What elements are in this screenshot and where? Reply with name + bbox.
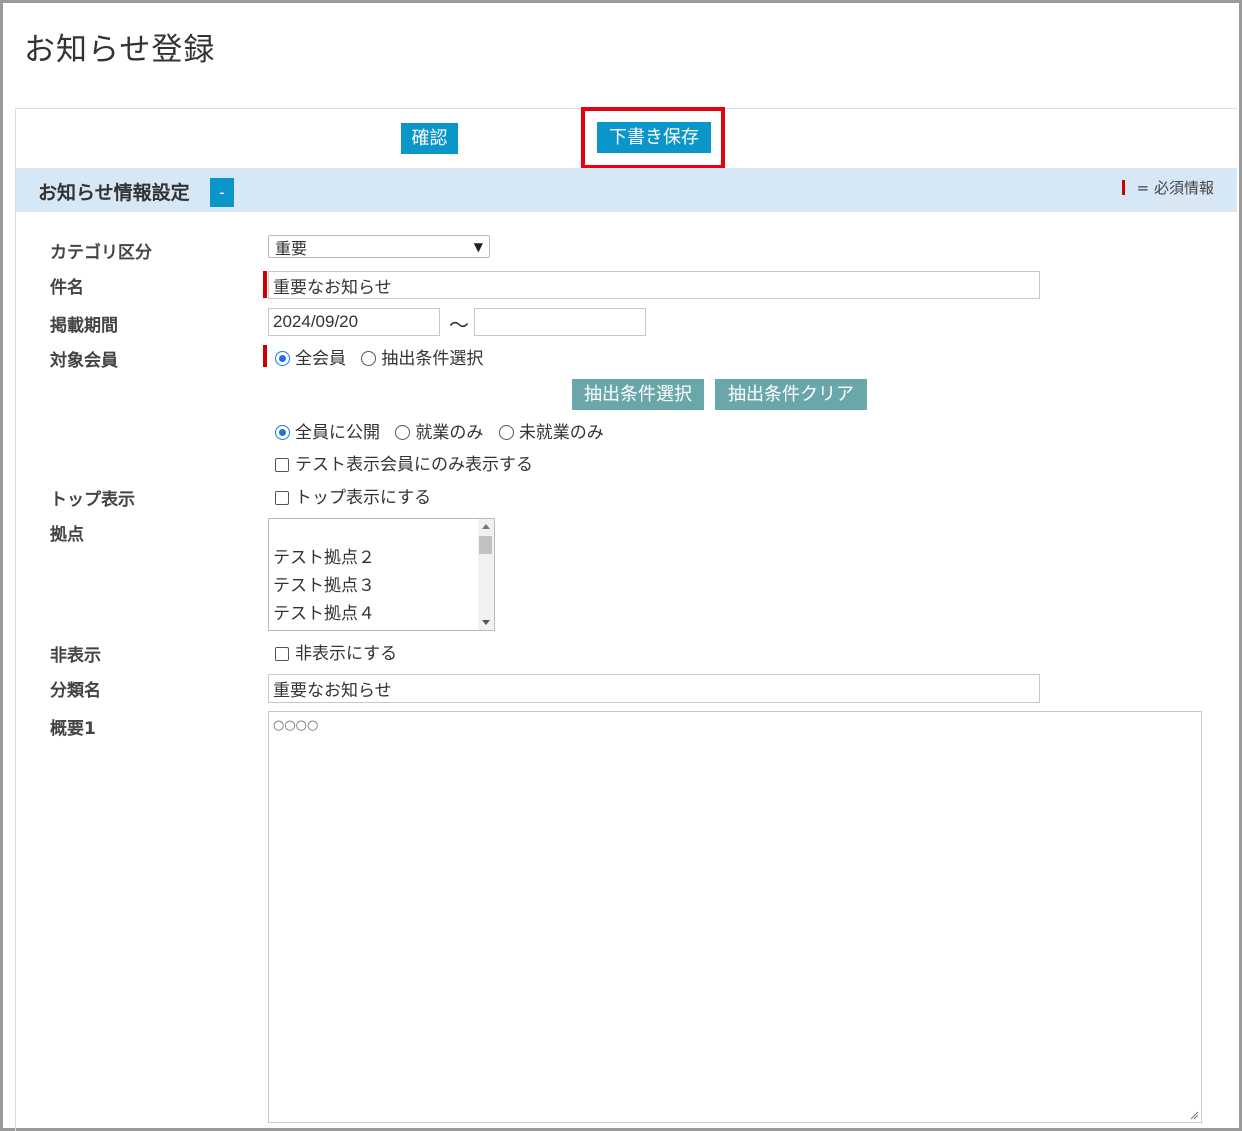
filter-select-button[interactable]: 抽出条件選択 — [572, 379, 704, 410]
list-item[interactable]: テスト拠点４ — [273, 599, 375, 624]
collapse-button[interactable]: - — [210, 178, 234, 207]
radio-checked-icon[interactable] — [275, 351, 290, 366]
checkbox-icon[interactable] — [275, 647, 289, 661]
filter-clear-button[interactable]: 抽出条件クリア — [715, 379, 867, 410]
target-option-label: 全会員 — [295, 349, 346, 369]
publish-option-label: 就業のみ — [415, 423, 484, 443]
test-only-label: テスト表示会員にのみ表示する — [295, 455, 533, 475]
summary-textarea[interactable]: ○○○○ — [268, 711, 1202, 1123]
checkbox-icon[interactable] — [275, 491, 289, 505]
subject-label: 件名 — [50, 278, 84, 298]
scroll-thumb[interactable] — [479, 536, 492, 554]
period-separator: 〜 — [449, 313, 469, 337]
classification-value: 重要なお知らせ — [273, 681, 392, 701]
period-label: 掲載期間 — [50, 316, 118, 336]
top-display-checkbox-label: トップ表示にする — [295, 488, 432, 508]
category-label: カテゴリ区分 — [50, 243, 152, 263]
highlight-frame — [581, 107, 725, 169]
resize-grip-icon[interactable] — [1189, 1110, 1199, 1120]
required-indicator — [263, 271, 267, 298]
listbox-scrollbar[interactable] — [478, 519, 494, 630]
radio-checked-icon[interactable] — [275, 425, 290, 440]
list-item[interactable]: テスト拠点３ — [273, 571, 375, 596]
required-marker-icon — [1121, 180, 1125, 195]
classification-label: 分類名 — [50, 681, 101, 701]
target-option-label: 抽出条件選択 — [381, 349, 484, 369]
scroll-down-icon[interactable] — [482, 620, 490, 625]
target-option-filter[interactable]: 抽出条件選択 — [361, 349, 483, 369]
required-legend: = 必須情報 — [1121, 177, 1214, 198]
section-title: お知らせ情報設定 — [38, 182, 190, 204]
hidden-label: 非表示 — [50, 646, 101, 666]
subject-value: 重要なお知らせ — [273, 277, 392, 298]
target-radio-group: 全会員 抽出条件選択 — [275, 344, 493, 369]
target-label: 対象会員 — [50, 351, 118, 371]
category-select[interactable]: 重要 ▼ — [268, 235, 490, 258]
summary-value: ○○○○ — [273, 718, 319, 733]
publish-option-label: 未就業のみ — [518, 423, 604, 443]
section-header — [16, 168, 1237, 212]
hidden-checkbox[interactable]: 非表示にする — [275, 639, 397, 664]
base-listbox[interactable]: テスト拠点２ テスト拠点３ テスト拠点４ — [268, 518, 495, 631]
page-title: お知らせ登録 — [24, 32, 216, 68]
required-indicator — [263, 345, 267, 367]
top-display-checkbox[interactable]: トップ表示にする — [275, 483, 431, 508]
classification-input[interactable]: 重要なお知らせ — [268, 674, 1040, 703]
list-item[interactable]: テスト拠点２ — [273, 543, 375, 568]
target-option-all[interactable]: 全会員 — [275, 349, 346, 369]
subject-input[interactable]: 重要なお知らせ — [268, 271, 1040, 299]
checkbox-icon[interactable] — [275, 458, 289, 472]
radio-icon[interactable] — [361, 351, 377, 366]
base-label: 拠点 — [50, 525, 84, 545]
period-start-value: 2024/09/20 — [273, 312, 359, 331]
category-value: 重要 — [275, 238, 308, 258]
publish-radio-group: 全員に公開 就業のみ 未就業のみ — [275, 418, 614, 443]
period-start-input[interactable]: 2024/09/20 — [268, 308, 440, 336]
test-only-checkbox[interactable]: テスト表示会員にのみ表示する — [275, 450, 533, 475]
confirm-button[interactable]: 確認 — [401, 123, 458, 154]
publish-option-all[interactable]: 全員に公開 — [275, 423, 380, 443]
top-display-label: トップ表示 — [50, 490, 135, 510]
required-legend-text: = 必須情報 — [1136, 179, 1214, 197]
hidden-checkbox-label: 非表示にする — [295, 644, 398, 664]
period-end-input[interactable] — [474, 308, 646, 336]
publish-option-label: 全員に公開 — [295, 423, 380, 443]
scroll-up-icon[interactable] — [482, 524, 490, 529]
summary-label: 概要1 — [50, 719, 96, 739]
radio-icon[interactable] — [395, 425, 411, 440]
chevron-down-icon: ▼ — [473, 239, 483, 254]
publish-option-employed[interactable]: 就業のみ — [395, 423, 483, 443]
radio-icon[interactable] — [498, 425, 514, 440]
publish-option-unemployed[interactable]: 未就業のみ — [498, 423, 604, 443]
